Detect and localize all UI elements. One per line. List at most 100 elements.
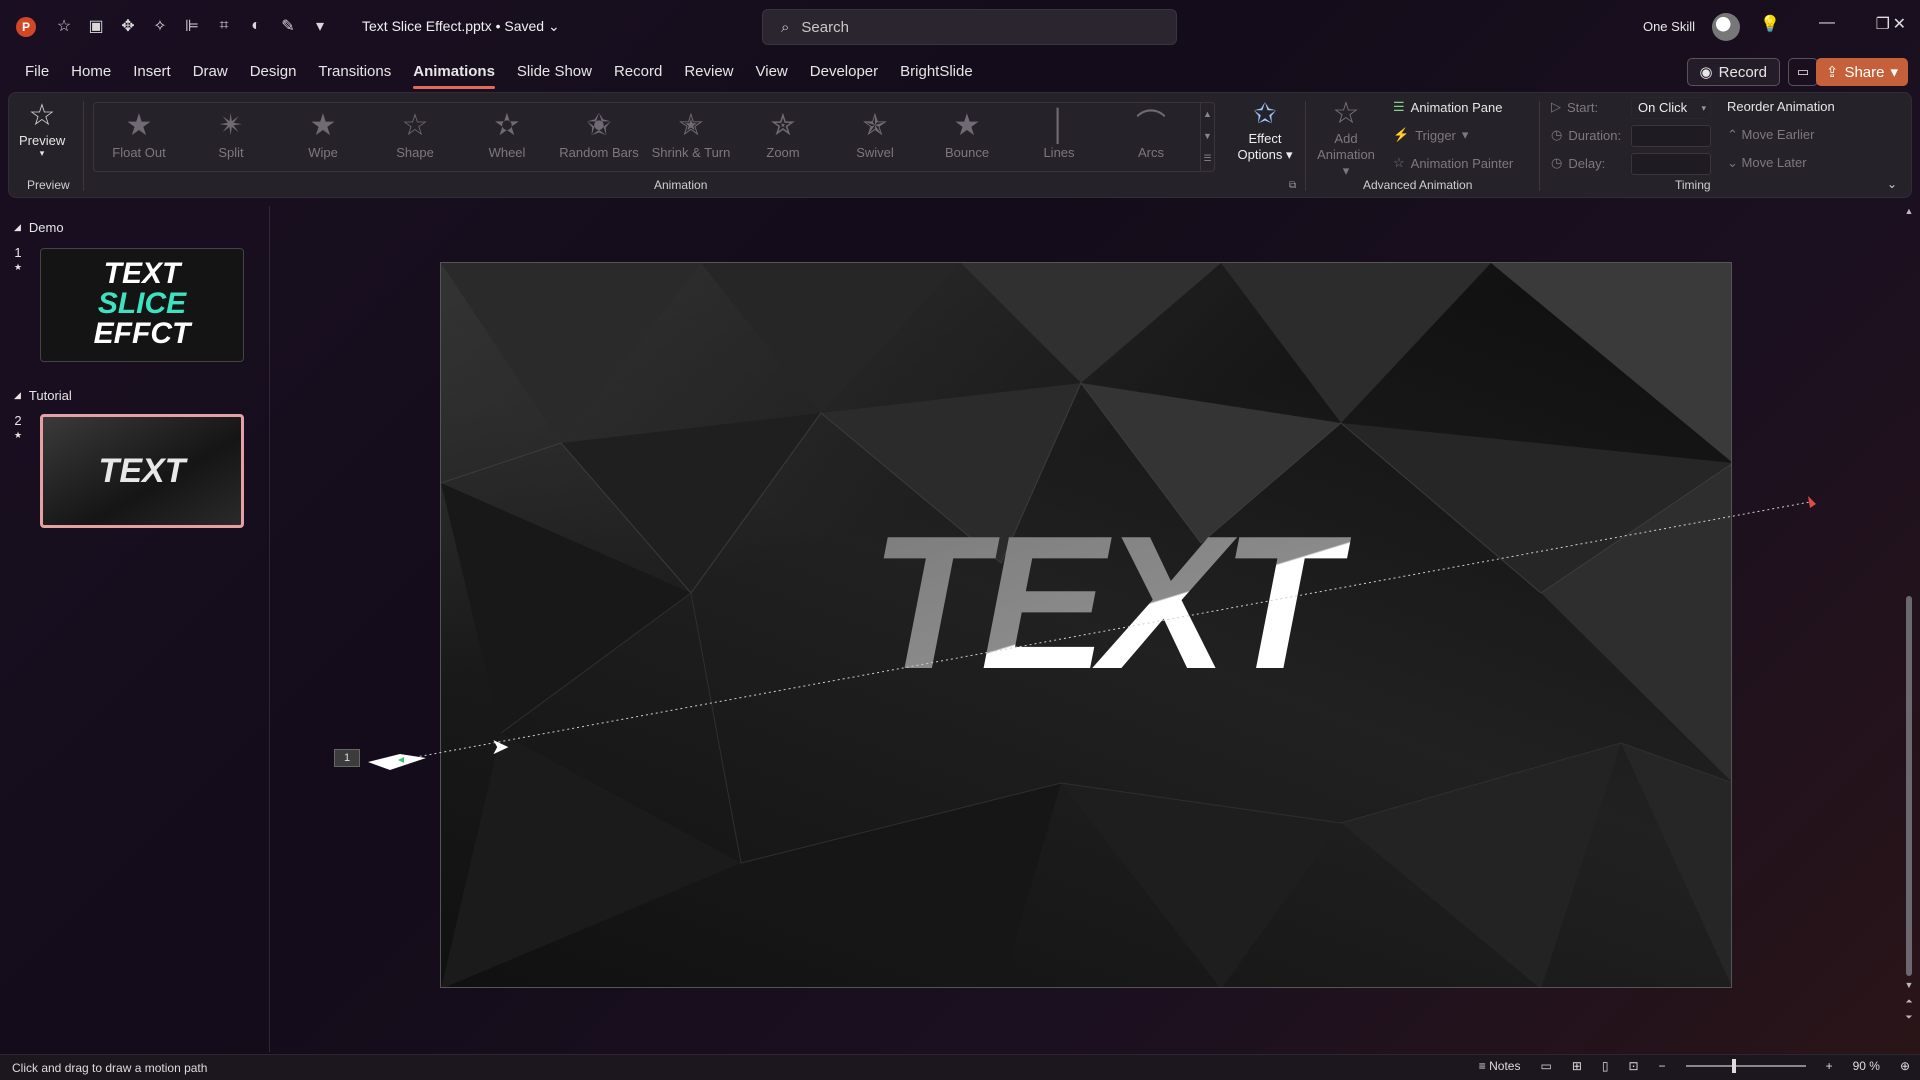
scroll-up-icon[interactable]: ▲ (1201, 103, 1214, 125)
zoom-out-icon[interactable]: − (1659, 1059, 1666, 1073)
add-animation-button[interactable]: ☆ Add Animation ▾ (1313, 97, 1379, 179)
reading-view-icon[interactable]: ▯ (1602, 1059, 1609, 1073)
star-icon: ★ (125, 109, 153, 142)
scroll-down-icon[interactable]: ▼ (1904, 980, 1914, 990)
animation-bounce[interactable]: ★ Bounce (922, 107, 1012, 160)
expand-gallery-icon[interactable]: ☰ (1201, 147, 1214, 169)
tab-file[interactable]: File (14, 60, 60, 83)
star-icon: ✮ (770, 109, 796, 142)
animation-wipe[interactable]: ★ Wipe (278, 107, 368, 160)
animation-wheel[interactable]: ✫ Wheel (462, 107, 552, 160)
align-icon[interactable]: ⊫ (180, 14, 204, 38)
move-icon[interactable]: ✥ (116, 14, 140, 38)
share-button[interactable]: ⇪ Share ▾ (1815, 58, 1908, 86)
tab-design[interactable]: Design (239, 60, 308, 83)
slideshow-icon[interactable]: ⊡ (1628, 1059, 1638, 1073)
animation-lines[interactable]: │ Lines (1014, 107, 1104, 160)
start-select[interactable]: On Click ▾ (1631, 97, 1711, 119)
chevron-up-icon: ⌃ (1727, 127, 1742, 142)
shape-icon[interactable]: ✧ (148, 14, 172, 38)
slide-thumbnail-2[interactable]: TEXT (40, 414, 244, 528)
slide-thumbnail-1[interactable]: TEXT SLICE EFFCT (40, 248, 244, 362)
animation-shape[interactable]: ☆ Shape (370, 107, 460, 160)
effect-options-button[interactable]: ✩ Effect Options ▾ (1231, 97, 1299, 163)
slide-sorter-icon[interactable]: ⊞ (1572, 1059, 1582, 1073)
animation-pane-button[interactable]: ☰ Animation Pane (1393, 99, 1502, 115)
animation-painter-button[interactable]: ☆ Animation Painter (1393, 155, 1513, 171)
line-path-icon: │ (1049, 109, 1069, 142)
start-label: ▷ Start: (1551, 99, 1598, 115)
minimize-button[interactable]: — (1819, 14, 1835, 32)
animation-swivel[interactable]: ✯ Swivel (830, 107, 920, 160)
zoom-in-icon[interactable]: + (1826, 1059, 1833, 1073)
add-animation-label-2: Animation ▾ (1317, 147, 1375, 178)
scroll-down-icon[interactable]: ▼ (1201, 125, 1214, 147)
slide-canvas[interactable]: TEXT (440, 262, 1732, 988)
restore-button[interactable]: ❐ (1876, 14, 1890, 34)
animation-order-tag[interactable]: 1 (334, 749, 360, 767)
quick-access-toolbar: ☆ ▣ ✥ ✧ ⊫ ⌗ ◐ ✎ ▾ (52, 14, 332, 38)
tab-insert[interactable]: Insert (122, 60, 182, 83)
zoom-slider[interactable] (1685, 1059, 1806, 1073)
next-slide-icon[interactable]: ⏷ (1904, 1012, 1914, 1023)
fit-to-window-icon[interactable]: ⊕ (1900, 1059, 1910, 1073)
delay-input[interactable] (1631, 153, 1711, 175)
animation-arcs[interactable]: ⌒ Arcs (1106, 107, 1196, 160)
close-button[interactable]: ✕ (1893, 14, 1906, 34)
pen-icon[interactable]: ✎ (276, 14, 300, 38)
motion-path-start-marker (368, 754, 426, 770)
zoom-level[interactable]: 90 % (1853, 1059, 1880, 1073)
tab-view[interactable]: View (745, 60, 799, 83)
tab-review[interactable]: Review (673, 60, 744, 83)
slide-title-text[interactable]: TEXT (821, 508, 1381, 698)
tab-developer[interactable]: Developer (799, 60, 889, 83)
record-button[interactable]: ◉ Record (1686, 58, 1780, 86)
slide-thumbnail-panel: ◢ Demo 1 ★ TEXT SLICE EFFCT ◢ Tutorial 2… (0, 206, 268, 1052)
search-box[interactable]: ⌕ Search (762, 9, 1177, 45)
animation-label: Random Bars (559, 145, 639, 160)
animation-shrink-turn[interactable]: ✭ Shrink & Turn (646, 107, 736, 160)
section-demo[interactable]: ◢ Demo (14, 220, 64, 235)
normal-view-icon[interactable]: ▭ (1540, 1059, 1551, 1073)
avatar[interactable] (1712, 13, 1740, 41)
tab-draw[interactable]: Draw (182, 60, 239, 83)
tab-transitions[interactable]: Transitions (307, 60, 402, 83)
section-tutorial[interactable]: ◢ Tutorial (14, 388, 72, 403)
move-later-button[interactable]: ⌄ Move Later (1727, 155, 1807, 171)
comments-button[interactable]: ▭ (1788, 58, 1818, 86)
animation-zoom[interactable]: ✮ Zoom (738, 107, 828, 160)
scroll-up-icon[interactable]: ▲ (1904, 206, 1914, 216)
notes-button[interactable]: ≡ Notes (1479, 1059, 1521, 1073)
document-title[interactable]: Text Slice Effect.pptx • Saved ⌄ (362, 18, 560, 35)
vertical-scrollbar[interactable]: ▲ ▼ ⏶ ⏷ (1904, 206, 1914, 1034)
customize-icon[interactable]: ▾ (308, 14, 332, 38)
previous-slide-icon[interactable]: ⏶ (1904, 996, 1914, 1007)
move-earlier-button[interactable]: ⌃ Move Earlier (1727, 127, 1814, 143)
tab-home[interactable]: Home (60, 60, 122, 83)
animation-random-bars[interactable]: ✬ Random Bars (554, 107, 644, 160)
user-name[interactable]: One Skill (1643, 19, 1695, 34)
reorder-animation-title: Reorder Animation (1727, 99, 1835, 114)
tab-animations[interactable]: Animations (402, 60, 506, 89)
preview-button[interactable]: ☆ Preview ▾ (19, 99, 65, 159)
tab-slide-show[interactable]: Slide Show (506, 60, 603, 83)
duration-input[interactable] (1631, 125, 1711, 147)
animation-label: Wipe (308, 145, 338, 160)
tab-record[interactable]: Record (603, 60, 673, 83)
trigger-button[interactable]: ⚡ Trigger ▾ (1393, 127, 1468, 143)
scroll-thumb[interactable] (1906, 596, 1912, 976)
slide-number-text: 2 (14, 413, 22, 428)
autosave-icon[interactable]: ☆ (52, 14, 76, 38)
tab-brightslide[interactable]: BrightSlide (889, 60, 984, 83)
animation-split[interactable]: ✴ Split (186, 107, 276, 160)
fill-icon[interactable]: ◐ (244, 14, 268, 38)
collapse-ribbon-icon[interactable]: ⌄ (1887, 177, 1897, 191)
lightbulb-icon[interactable]: 💡 (1760, 14, 1780, 34)
picture-icon[interactable]: ▣ (84, 14, 108, 38)
animation-float-out[interactable]: ★ Float Out (94, 107, 184, 160)
dialog-launcher-icon[interactable]: ⧉ (1289, 180, 1296, 191)
gallery-scroll[interactable]: ▲ ▼ ☰ (1200, 103, 1214, 171)
chevron-down-icon: ▾ (1461, 127, 1469, 142)
crop-icon[interactable]: ⌗ (212, 14, 236, 38)
record-icon: ◉ (1699, 64, 1713, 81)
